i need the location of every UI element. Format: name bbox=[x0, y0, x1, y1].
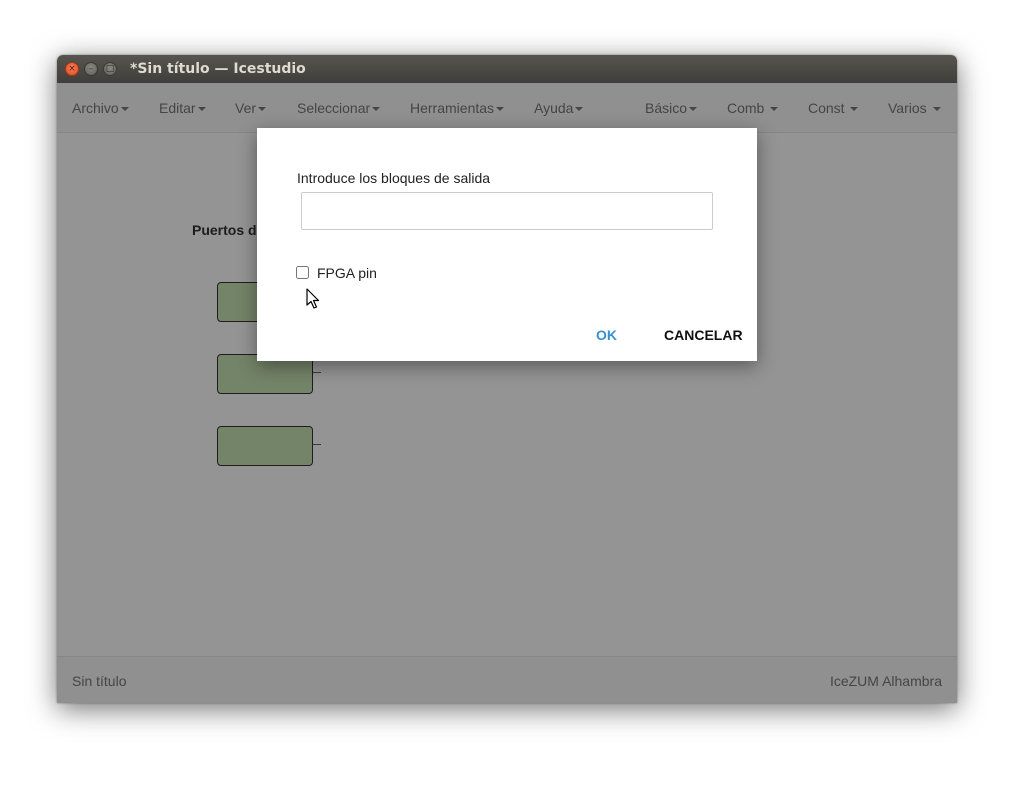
fpga-pin-checkbox[interactable] bbox=[296, 266, 309, 279]
title-bar[interactable]: × – □ *Sin título — Icestudio bbox=[57, 55, 957, 83]
ok-button[interactable]: OK bbox=[596, 327, 617, 343]
close-window-icon[interactable]: × bbox=[65, 62, 79, 76]
dialog-prompt: Introduce los bloques de salida bbox=[297, 170, 491, 186]
fpga-pin-label[interactable]: FPGA pin bbox=[317, 265, 377, 281]
maximize-window-icon[interactable]: □ bbox=[103, 62, 117, 76]
cancel-button[interactable]: CANCELAR bbox=[664, 327, 743, 343]
block-names-input[interactable] bbox=[301, 192, 713, 230]
mouse-pointer-icon bbox=[306, 288, 320, 309]
output-blocks-dialog: Introduce los bloques de salida FPGA pin… bbox=[257, 128, 757, 361]
window-title: *Sin título — Icestudio bbox=[130, 61, 306, 77]
minimize-window-icon[interactable]: – bbox=[84, 62, 98, 76]
